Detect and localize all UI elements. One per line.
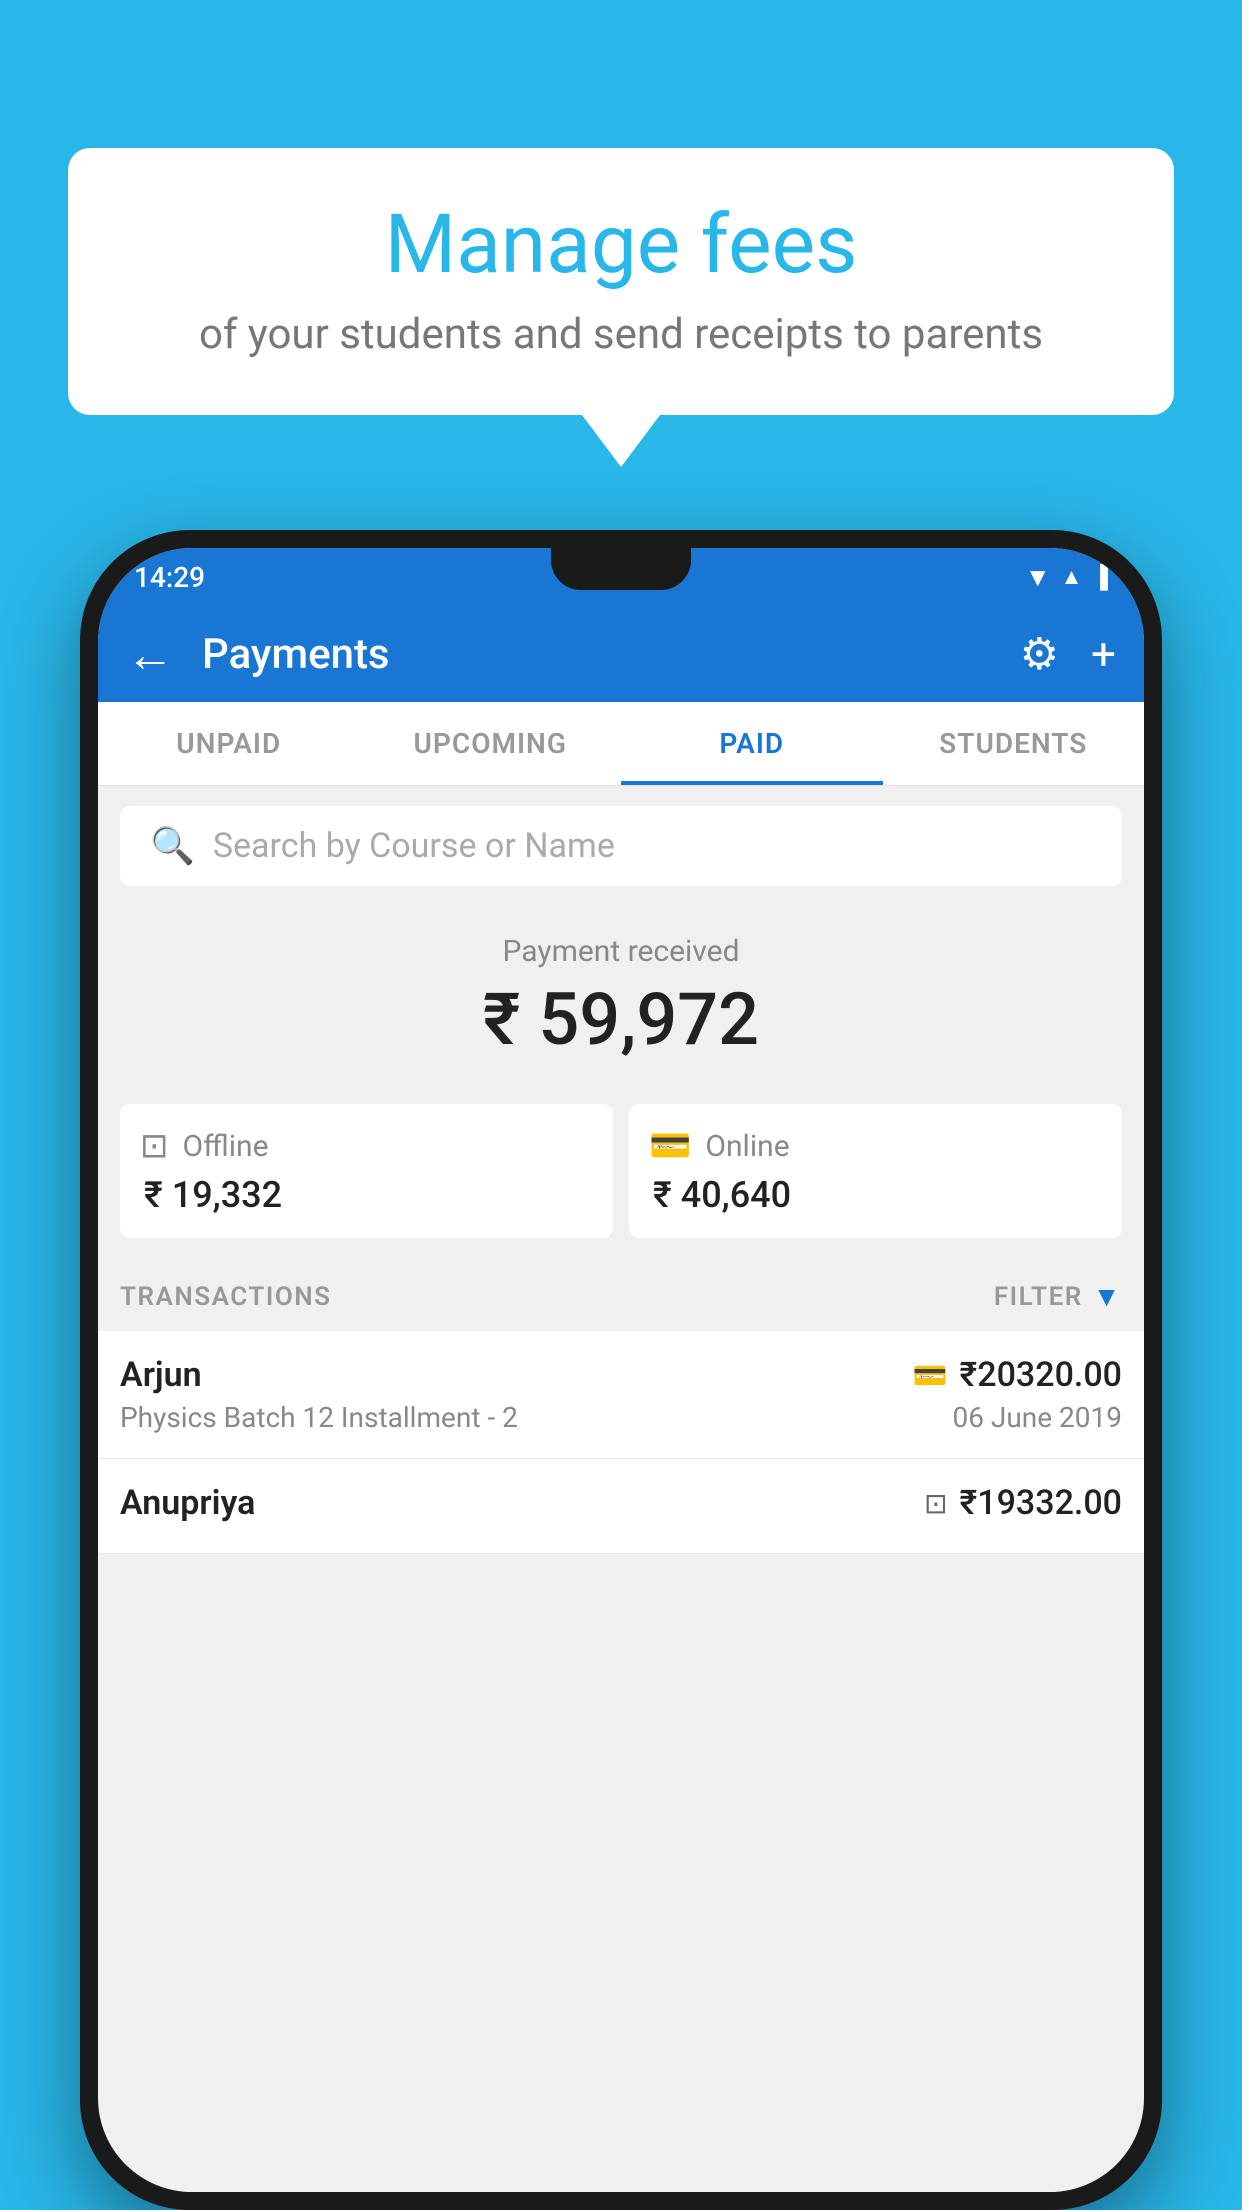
- phone-frame: 14:29 ▼ ▲ ▐ ← Payments ⚙ + UNPAID: [80, 530, 1162, 2210]
- transaction-row-top: Arjun 💳 ₹20320.00: [120, 1355, 1122, 1395]
- wifi-icon: ▼: [1025, 562, 1051, 593]
- online-label: Online: [705, 1129, 789, 1164]
- online-card-header: 💳 Online: [649, 1126, 1102, 1166]
- speech-bubble-subtitle: of your students and send receipts to pa…: [128, 310, 1114, 359]
- tabs-bar: UNPAID UPCOMING PAID STUDENTS: [98, 702, 1144, 786]
- settings-icon[interactable]: ⚙: [1020, 628, 1059, 680]
- offline-amount: ₹ 19,332: [140, 1174, 593, 1216]
- tab-unpaid[interactable]: UNPAID: [98, 702, 360, 785]
- offline-payment-icon: ⊡: [924, 1487, 947, 1520]
- online-amount: ₹ 40,640: [649, 1174, 1102, 1216]
- app-bar: ← Payments ⚙ +: [98, 606, 1144, 702]
- speech-bubble-title: Manage fees: [128, 200, 1114, 290]
- transaction-course: Physics Batch 12 Installment - 2: [120, 1401, 518, 1434]
- filter-label: FILTER: [994, 1282, 1083, 1312]
- online-icon: 💳: [649, 1126, 691, 1166]
- search-input[interactable]: Search by Course or Name: [213, 826, 615, 866]
- transaction-name: Anupriya: [120, 1483, 255, 1523]
- offline-card-header: ⊡ Offline: [140, 1126, 593, 1166]
- battery-icon: ▐: [1092, 564, 1108, 590]
- status-icons: ▼ ▲ ▐: [1025, 562, 1108, 593]
- transaction-date: 06 June 2019: [952, 1401, 1122, 1434]
- filter-icon: ▼: [1093, 1280, 1122, 1313]
- tab-upcoming[interactable]: UPCOMING: [360, 702, 622, 785]
- offline-card: ⊡ Offline ₹ 19,332: [120, 1104, 613, 1238]
- tab-paid[interactable]: PAID: [621, 702, 883, 785]
- payment-summary: Payment received ₹ 59,972: [98, 906, 1144, 1104]
- offline-label: Offline: [183, 1129, 269, 1164]
- transaction-name: Arjun: [120, 1355, 202, 1395]
- transaction-amount: ₹19332.00: [960, 1483, 1122, 1523]
- transaction-row[interactable]: Arjun 💳 ₹20320.00 Physics Batch 12 Insta…: [98, 1331, 1144, 1459]
- transaction-amount-wrap: ⊡ ₹19332.00: [924, 1483, 1122, 1523]
- search-icon: 🔍: [150, 825, 195, 867]
- page-title: Payments: [202, 630, 1000, 679]
- transaction-amount: ₹20320.00: [960, 1355, 1122, 1395]
- filter-button[interactable]: FILTER ▼: [994, 1280, 1122, 1313]
- transaction-amount-wrap: 💳 ₹20320.00: [913, 1355, 1122, 1395]
- transaction-row-bottom: Physics Batch 12 Installment - 2 06 June…: [120, 1401, 1122, 1434]
- payment-amount: ₹ 59,972: [120, 977, 1122, 1062]
- search-container: 🔍 Search by Course or Name: [98, 786, 1144, 906]
- phone-screen: 14:29 ▼ ▲ ▐ ← Payments ⚙ + UNPAID: [98, 548, 1144, 2192]
- transaction-row[interactable]: Anupriya ⊡ ₹19332.00: [98, 1459, 1144, 1554]
- signal-icon: ▲: [1061, 564, 1083, 590]
- payment-received-label: Payment received: [120, 934, 1122, 969]
- search-bar[interactable]: 🔍 Search by Course or Name: [120, 806, 1122, 886]
- back-button[interactable]: ←: [126, 626, 174, 683]
- online-card: 💳 Online ₹ 40,640: [629, 1104, 1122, 1238]
- transactions-header: TRANSACTIONS FILTER ▼: [98, 1262, 1144, 1331]
- transactions-label: TRANSACTIONS: [120, 1282, 332, 1312]
- speech-bubble: Manage fees of your students and send re…: [68, 148, 1174, 415]
- add-icon[interactable]: +: [1091, 628, 1116, 680]
- payment-cards: ⊡ Offline ₹ 19,332 💳 Online ₹ 40,640: [98, 1104, 1144, 1262]
- online-payment-icon: 💳: [913, 1359, 948, 1392]
- status-time: 14:29: [134, 561, 205, 594]
- offline-icon: ⊡: [140, 1126, 169, 1166]
- notch: [551, 548, 691, 590]
- status-bar: 14:29 ▼ ▲ ▐: [98, 548, 1144, 606]
- tab-students[interactable]: STUDENTS: [883, 702, 1145, 785]
- transaction-row-top: Anupriya ⊡ ₹19332.00: [120, 1483, 1122, 1523]
- app-bar-icons: ⚙ +: [1020, 628, 1116, 680]
- main-content: 🔍 Search by Course or Name Payment recei…: [98, 786, 1144, 1554]
